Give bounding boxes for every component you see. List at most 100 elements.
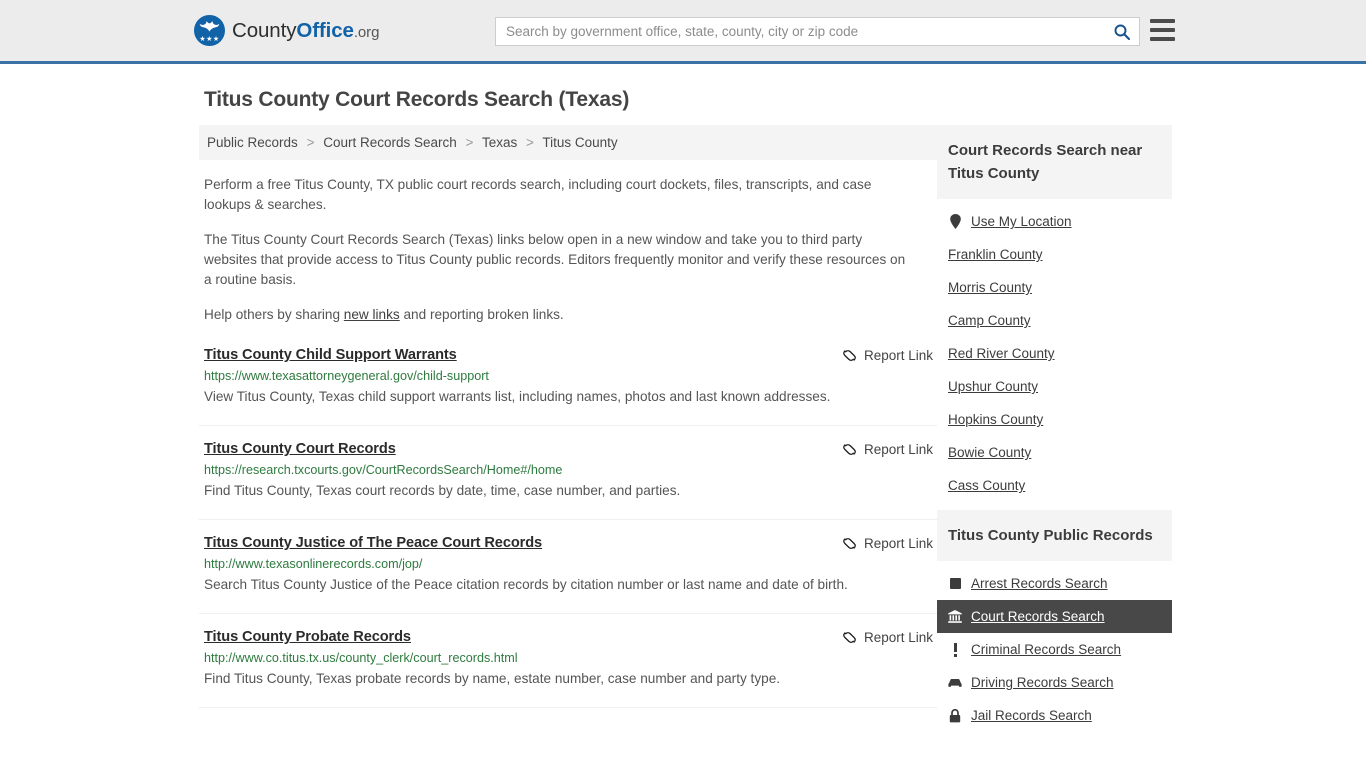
search-input[interactable]	[496, 18, 1105, 45]
intro-p3-suffix: and reporting broken links.	[399, 307, 564, 322]
result-header: Titus County Child Support Warrants Repo…	[199, 347, 937, 363]
sidebar-item-label: Franklin County	[948, 247, 1043, 262]
report-link-button[interactable]: Report Link	[842, 348, 937, 363]
fingerprint-square-icon	[948, 578, 962, 589]
countyoffice-logo-icon: ★★★	[194, 15, 225, 46]
sidebar-item-label: Camp County	[948, 313, 1031, 328]
result-title-link[interactable]: Titus County Justice of The Peace Court …	[204, 535, 542, 551]
result-title-link[interactable]: Titus County Child Support Warrants	[204, 347, 457, 363]
public-records-list: Arrest Records Search Court Records Sear…	[937, 561, 1172, 732]
hamburger-bar	[1150, 19, 1175, 23]
public-records-box: Titus County Public Records Arrest Recor…	[937, 510, 1172, 732]
breadcrumb-item-titus-county[interactable]: Titus County	[542, 135, 617, 150]
sidebar-item-label: Upshur County	[948, 379, 1039, 394]
sidebar-item-bowie-county[interactable]: Bowie County	[937, 436, 1172, 469]
sidebar-item-upshur-county[interactable]: Upshur County	[937, 370, 1172, 403]
report-link-button[interactable]: Report Link	[842, 442, 937, 457]
breadcrumb-item-court-records-search[interactable]: Court Records Search	[323, 135, 457, 150]
report-link-label: Report Link	[863, 536, 933, 551]
map-pin-icon	[948, 214, 962, 229]
sidebar-item-label: Hopkins County	[948, 412, 1044, 427]
new-links-link[interactable]: new links	[344, 307, 400, 322]
hamburger-bar	[1150, 37, 1175, 41]
nearby-searches-heading: Court Records Search near Titus County	[937, 125, 1172, 199]
public-records-heading: Titus County Public Records	[937, 510, 1172, 561]
sidebar-item-cass-county[interactable]: Cass County	[937, 469, 1172, 502]
sidebar-item-criminal-records-search[interactable]: Criminal Records Search	[937, 633, 1172, 666]
search-icon	[1114, 24, 1130, 40]
result-url: https://research.txcourts.gov/CourtRecor…	[204, 463, 563, 477]
breadcrumb-separator: >	[306, 135, 315, 150]
result-description: Search Titus County Justice of the Peace…	[204, 577, 848, 592]
page-title: Titus County Court Records Search (Texas…	[204, 88, 630, 111]
sidebar-item-label: Jail Records Search	[971, 708, 1092, 723]
result-description: Find Titus County, Texas probate records…	[204, 671, 781, 686]
three-stars-icon: ★★★	[199, 36, 220, 43]
report-link-button[interactable]: Report Link	[842, 536, 937, 551]
intro-text: Perform a free Titus County, TX public c…	[199, 175, 937, 325]
sidebar-item-label: Court Records Search	[971, 609, 1105, 624]
sidebar-item-jail-records-search[interactable]: Jail Records Search	[937, 699, 1172, 732]
sidebar-item-label: Morris County	[948, 280, 1033, 295]
hamburger-menu-icon[interactable]	[1150, 19, 1175, 41]
result-header: Titus County Justice of The Peace Court …	[199, 535, 937, 551]
sidebar-item-label: Arrest Records Search	[971, 576, 1108, 591]
result-header: Titus County Court Records Report Link	[199, 441, 937, 457]
result-item: Titus County Court Records Report Link h…	[199, 441, 937, 520]
result-title-link[interactable]: Titus County Court Records	[204, 441, 396, 457]
sidebar-item-red-river-county[interactable]: Red River County	[937, 337, 1172, 370]
lock-icon	[948, 708, 962, 723]
car-icon	[948, 678, 962, 688]
breadcrumb-separator: >	[526, 135, 534, 150]
sidebar-item-label: Bowie County	[948, 445, 1032, 460]
nearby-searches-box: Court Records Search near Titus County U…	[937, 125, 1172, 502]
report-link-label: Report Link	[863, 630, 933, 645]
exclamation-icon	[948, 642, 962, 657]
sidebar-item-court-records-search[interactable]: Court Records Search	[937, 600, 1172, 633]
sidebar-item-use-my-location[interactable]: Use My Location	[937, 205, 1172, 238]
courthouse-icon	[948, 610, 962, 623]
broken-link-icon	[843, 350, 856, 361]
result-title-link[interactable]: Titus County Probate Records	[204, 629, 411, 645]
sidebar-item-camp-county[interactable]: Camp County	[937, 304, 1172, 337]
main-column: Public Records > Court Records Search > …	[199, 125, 937, 732]
broken-link-icon	[843, 538, 856, 549]
brand-part-office: Office	[296, 18, 354, 42]
sidebar-item-label: Driving Records Search	[971, 675, 1114, 690]
intro-paragraph-2: The Titus County Court Records Search (T…	[204, 232, 906, 287]
report-link-label: Report Link	[863, 348, 933, 363]
breadcrumb: Public Records > Court Records Search > …	[199, 125, 937, 160]
search-button[interactable]	[1105, 18, 1139, 45]
sidebar-item-driving-records-search[interactable]: Driving Records Search	[937, 666, 1172, 699]
sidebar-item-franklin-county[interactable]: Franklin County	[937, 238, 1172, 271]
content-columns: Public Records > Court Records Search > …	[199, 125, 1172, 732]
intro-paragraph-3: Help others by sharing new links and rep…	[204, 305, 916, 325]
sidebar-item-morris-county[interactable]: Morris County	[937, 271, 1172, 304]
results-list: Titus County Child Support Warrants Repo…	[199, 347, 937, 708]
sidebar: Court Records Search near Titus County U…	[937, 125, 1172, 732]
sidebar-item-arrest-records-search[interactable]: Arrest Records Search	[937, 567, 1172, 600]
sidebar-item-label: Criminal Records Search	[971, 642, 1122, 657]
breadcrumb-item-texas[interactable]: Texas	[482, 135, 517, 150]
report-link-button[interactable]: Report Link	[842, 630, 937, 645]
breadcrumb-separator: >	[465, 135, 474, 150]
report-link-label: Report Link	[863, 442, 933, 457]
eagle-icon	[199, 21, 220, 32]
broken-link-icon	[843, 632, 856, 643]
breadcrumb-item-public-records[interactable]: Public Records	[207, 135, 298, 150]
nearby-searches-list: Use My Location Franklin County Morris C…	[937, 199, 1172, 502]
brand-part-org: .org	[353, 23, 380, 41]
page-container: Titus County Court Records Search (Texas…	[0, 88, 1366, 732]
sidebar-item-hopkins-county[interactable]: Hopkins County	[937, 403, 1172, 436]
sidebar-item-label: Red River County	[948, 346, 1055, 361]
broken-link-icon	[843, 444, 856, 455]
site-logo[interactable]: ★★★ CountyOffice.org	[194, 15, 379, 46]
result-item: Titus County Child Support Warrants Repo…	[199, 347, 937, 426]
intro-paragraph-1: Perform a free Titus County, TX public c…	[204, 177, 872, 212]
search-bar[interactable]	[495, 17, 1140, 46]
result-url: https://www.texasattorneygeneral.gov/chi…	[204, 369, 489, 383]
sidebar-item-label: Cass County	[948, 478, 1026, 493]
result-header: Titus County Probate Records Report Link	[199, 629, 937, 645]
result-url: http://www.texasonlinerecords.com/jop/	[204, 557, 423, 571]
result-item: Titus County Probate Records Report Link…	[199, 629, 937, 708]
